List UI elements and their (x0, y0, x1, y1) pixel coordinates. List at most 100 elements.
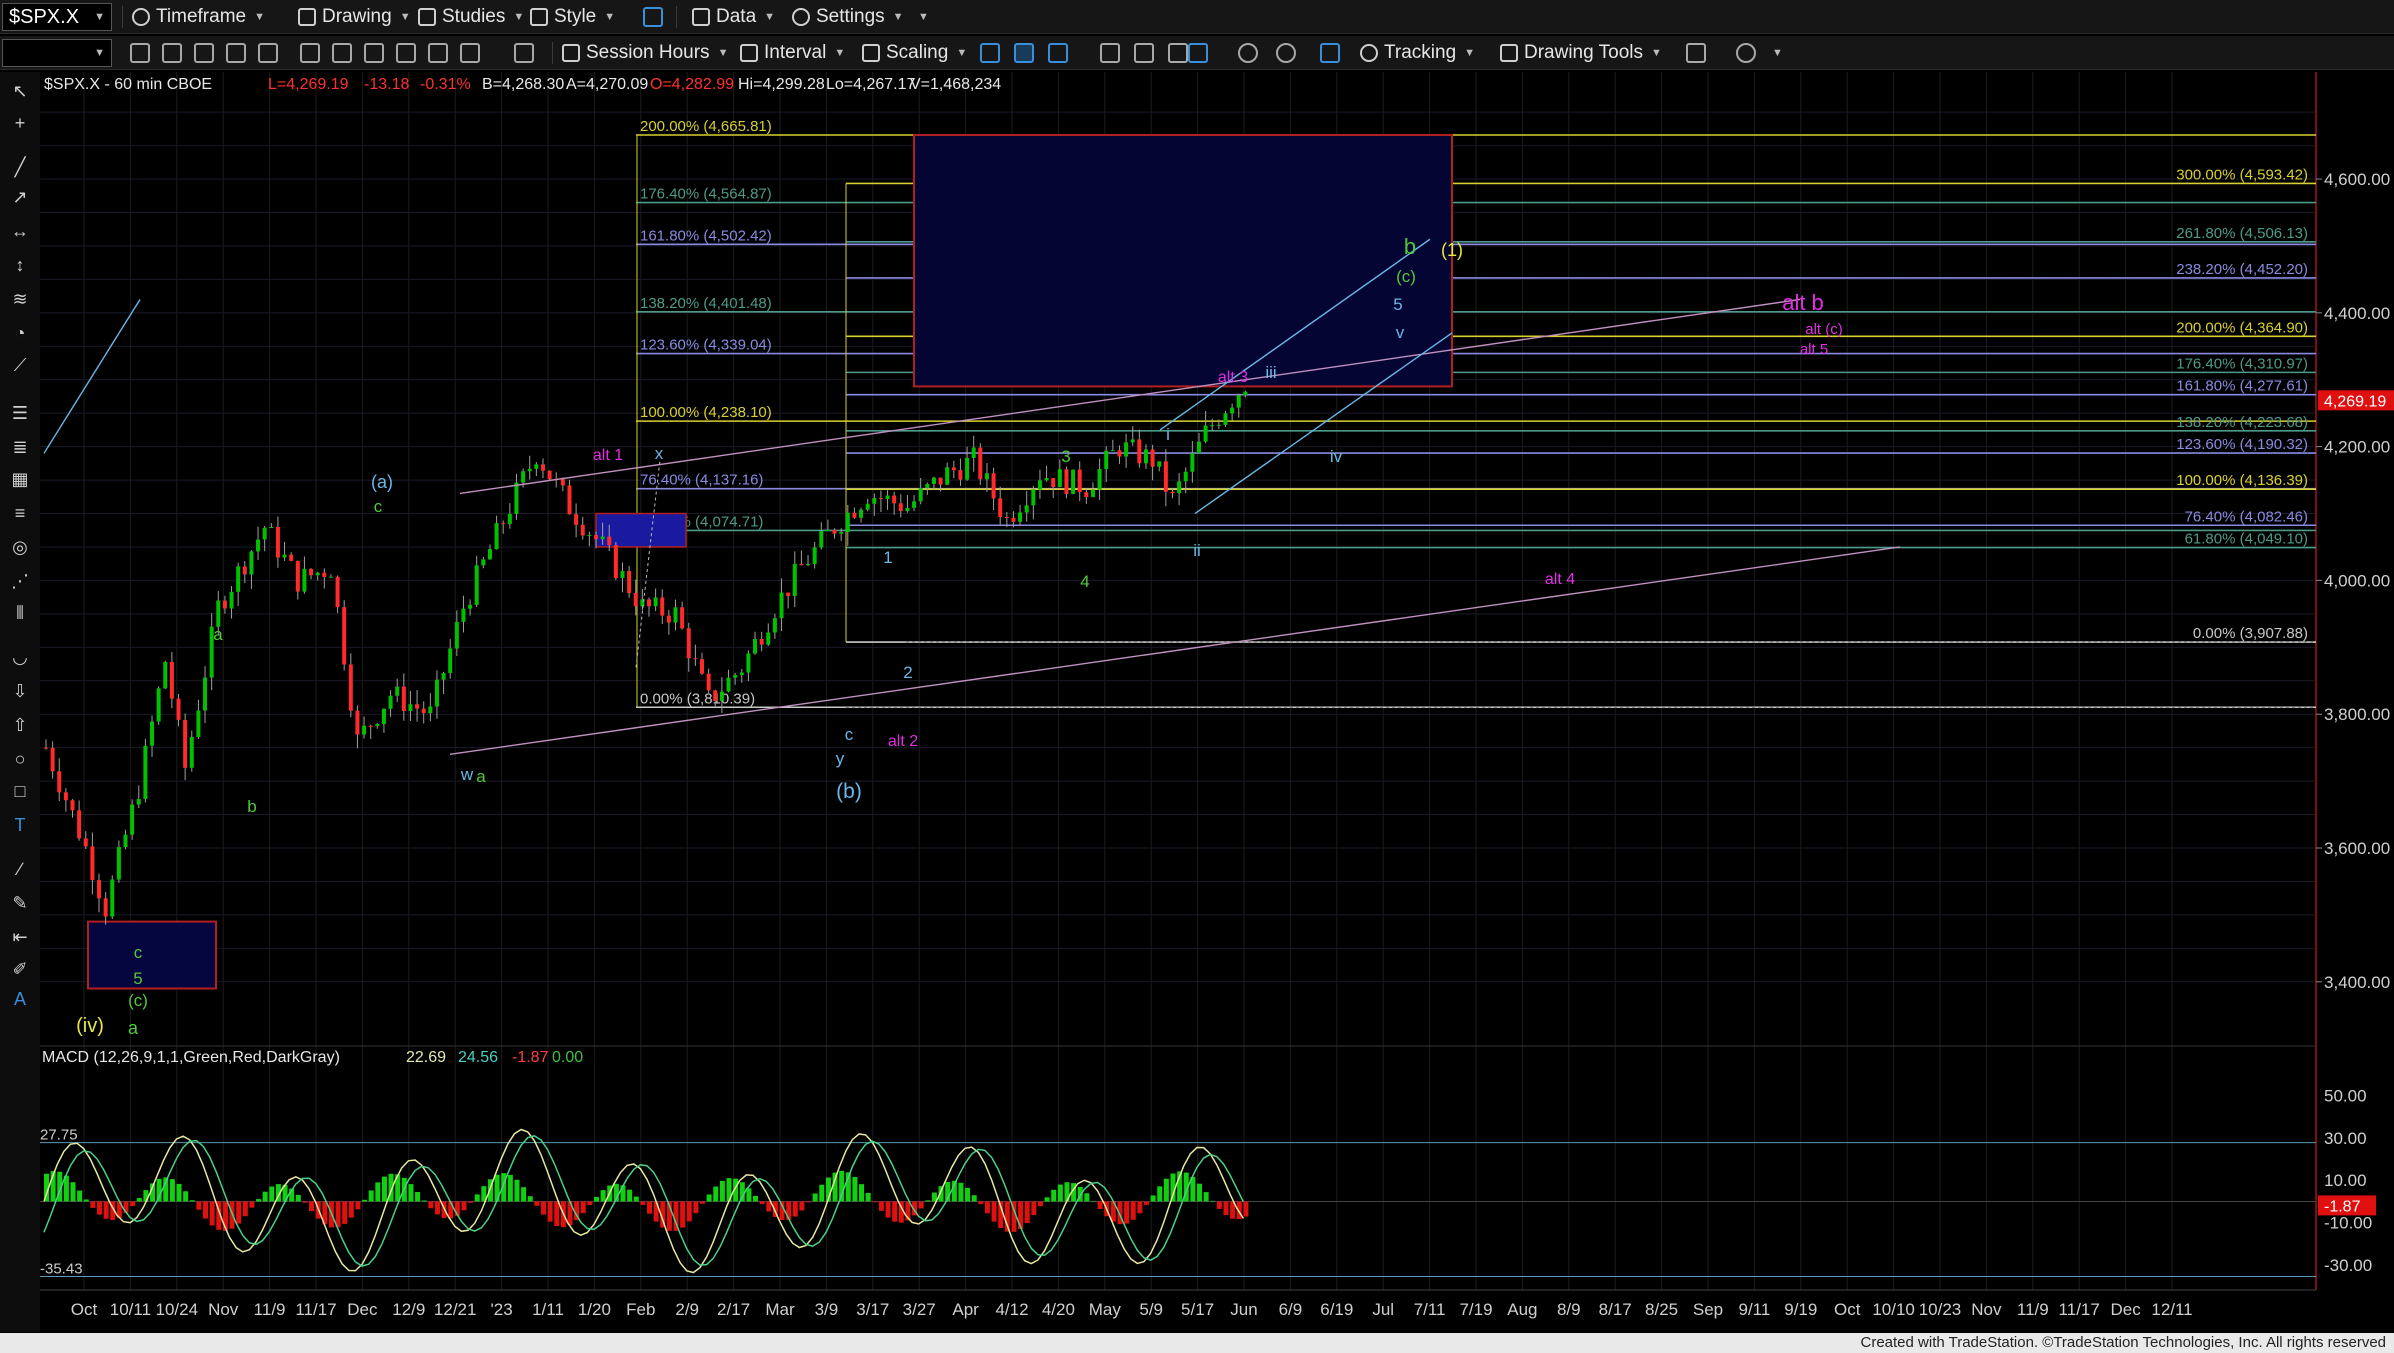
scaling-menu[interactable]: Scaling ▼ (862, 40, 967, 66)
grid-icon[interactable] (1320, 43, 1340, 63)
alert-icon[interactable] (396, 43, 416, 63)
share-icon[interactable] (1686, 43, 1706, 63)
chevron-down-icon: ▼ (956, 47, 968, 59)
time-tick-label: 11/17 (295, 1300, 336, 1319)
candle-body (222, 600, 227, 609)
candle-style-icon[interactable] (1014, 43, 1034, 63)
tracking-menu[interactable]: Tracking ▼ (1360, 40, 1475, 66)
chevron-down-icon[interactable]: ▼ (94, 40, 105, 66)
candle-body (1071, 469, 1076, 494)
macd-hist-bar (209, 1201, 215, 1226)
flag-icon[interactable] (332, 43, 352, 63)
candle-body (44, 747, 48, 749)
timeframe-menu[interactable]: Timeframe ▼ (132, 4, 265, 30)
candle-body (156, 688, 161, 722)
cursor-icon[interactable] (162, 43, 182, 63)
time-tick-label: 5/17 (1181, 1300, 1214, 1319)
wave-label: alt 2 (888, 733, 918, 750)
candle-body (116, 847, 121, 880)
menu-label: Session Hours (586, 42, 710, 63)
last-price-text: 4,269.19 (2324, 393, 2386, 410)
layout-icon[interactable] (1188, 43, 1208, 63)
workspace-box[interactable]: ▼ (2, 39, 112, 67)
zoom-in-icon[interactable] (1238, 43, 1258, 63)
bar-style-icon[interactable] (980, 43, 1000, 63)
order-icon[interactable] (364, 43, 384, 63)
candle-body (839, 532, 844, 534)
calendar-icon[interactable] (194, 43, 214, 63)
macd-hist-bar (547, 1201, 553, 1222)
time-tick-label: 4/12 (995, 1300, 1028, 1319)
settings-menu[interactable]: Settings ▼ (792, 4, 904, 30)
time-tick-label: 3/9 (815, 1300, 839, 1319)
time-tick-label: May (1089, 1300, 1122, 1319)
drawing-tools-menu[interactable]: Drawing Tools ▼ (1500, 40, 1662, 66)
candle-body (998, 498, 1003, 517)
candle-body (315, 572, 320, 576)
refresh-icon[interactable] (130, 43, 150, 63)
drawing-menu[interactable]: Drawing ▼ (298, 4, 411, 30)
lock-icon[interactable] (428, 43, 448, 63)
expand-icon[interactable] (1168, 43, 1188, 63)
hollow-candle-icon[interactable] (1048, 43, 1068, 63)
wave-label: (a) (371, 472, 393, 492)
candle-body (812, 547, 817, 565)
fib-label: 76.40% (4,082.46) (2185, 508, 2308, 525)
candle-body (819, 530, 824, 548)
session-hours-menu[interactable]: Session Hours ▼ (562, 40, 728, 66)
camera-icon[interactable] (514, 43, 534, 63)
candle-body (362, 725, 367, 735)
candle-body (759, 638, 764, 645)
bell-icon[interactable] (300, 43, 320, 63)
style-menu[interactable]: Style ▼ (530, 4, 615, 30)
time-tick-label: Dec (347, 1300, 378, 1319)
interval-menu[interactable]: Interval ▼ (740, 40, 845, 66)
chart-canvas[interactable]: 200.00% (4,665.81)176.40% (4,564.87)161.… (0, 72, 2394, 1333)
candle-body (348, 664, 353, 711)
candle-body (189, 736, 194, 768)
data-menu[interactable]: Data ▼ (692, 4, 775, 30)
candle-body (196, 710, 201, 737)
time-tick-label: 11/9 (2017, 1300, 2049, 1319)
save-icon[interactable] (258, 43, 278, 63)
candle-body (322, 572, 327, 577)
candle-body (63, 792, 68, 801)
studies-menu[interactable]: Studies ▼ (418, 4, 524, 30)
footer: Created with TradeStation. ©TradeStation… (0, 1333, 2394, 1353)
chevron-down-icon[interactable]: ▼ (94, 4, 105, 30)
symbol-box[interactable]: $SPX.X ▼ (2, 3, 112, 31)
candle-body (925, 484, 930, 489)
screen-icon[interactable] (226, 43, 246, 63)
candle-body (375, 724, 380, 726)
zoom-out-icon[interactable] (1276, 43, 1296, 63)
link-icon[interactable] (643, 7, 663, 27)
candle-body (216, 600, 221, 627)
toolbar-overflow[interactable]: ▼ (910, 4, 929, 30)
last-price: L=4,269.19 (268, 76, 349, 93)
scroll-bars-icon[interactable] (1134, 43, 1154, 63)
candle-body (1223, 413, 1228, 425)
candle-body (229, 591, 234, 609)
macd-hist-bar (1024, 1201, 1030, 1224)
chat-icon[interactable] (1736, 43, 1756, 63)
macd-hist-bar (713, 1186, 719, 1202)
zoom-bars-icon[interactable] (1100, 43, 1120, 63)
drawing-tools-icon (1500, 44, 1518, 62)
candle-body (342, 607, 347, 665)
candle-body (1004, 516, 1009, 518)
more-menu[interactable]: ▼ (1764, 40, 1783, 66)
time-tick-label: Jun (1230, 1300, 1257, 1319)
scope-icon[interactable] (460, 43, 480, 63)
menu-label: Settings (816, 6, 885, 27)
fib-label: 161.80% (4,502.42) (640, 227, 772, 244)
wave-label: c (134, 943, 143, 962)
candle-body (680, 607, 685, 629)
macd-hist-bar (865, 1192, 871, 1202)
candle-body (945, 467, 950, 485)
macd-tick-label: 50.00 (2324, 1086, 2367, 1105)
candle-body (1203, 425, 1208, 442)
candle-body (779, 592, 784, 619)
candle-body (150, 721, 155, 746)
macd-hist-bar (189, 1200, 195, 1202)
macd-hist-bar (176, 1183, 182, 1202)
